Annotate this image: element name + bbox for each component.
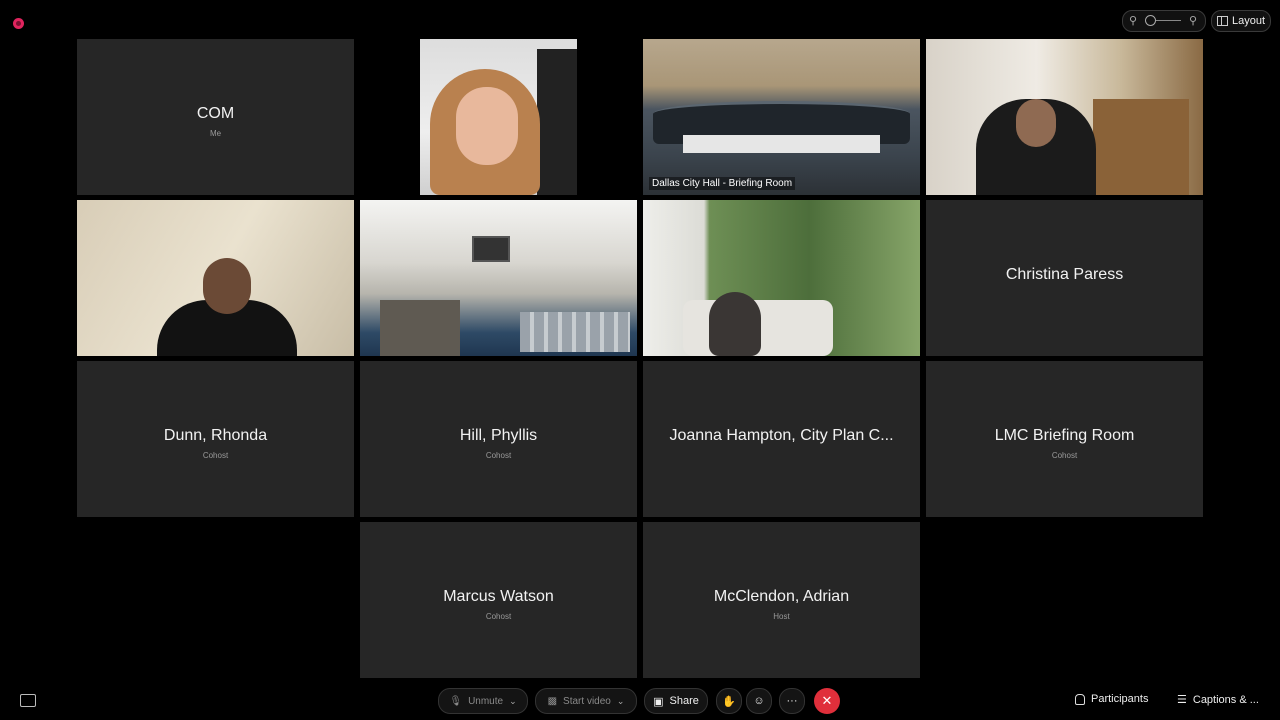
recording-indicator-icon: [13, 18, 24, 29]
captions-label: Captions & ...: [1192, 693, 1259, 706]
emoji-icon: ☺: [753, 695, 765, 707]
participant-video-tile[interactable]: [360, 200, 637, 356]
participant-video-tile[interactable]: [643, 200, 920, 356]
participant-video-tile[interactable]: [926, 39, 1203, 195]
chamber-video: [360, 200, 637, 356]
participant-tile-lmc-briefing-room[interactable]: LMC Briefing Room Cohost: [926, 361, 1203, 517]
layout-grid-icon: [1216, 16, 1228, 26]
participant-tile-christina-paress[interactable]: Christina Paress: [926, 200, 1203, 356]
participants-button[interactable]: Participants: [1075, 693, 1148, 705]
layout-label: Layout: [1231, 15, 1266, 27]
close-icon: ✕: [821, 693, 833, 708]
zoom-out-icon[interactable]: ⚲: [1129, 14, 1137, 27]
participant-name: Dunn, Rhonda: [163, 427, 268, 444]
briefing-room-video: [643, 39, 920, 195]
participant-video: [77, 200, 354, 356]
participant-tile-com[interactable]: COM Me: [77, 39, 354, 195]
participant-video-tile[interactable]: [77, 200, 354, 356]
captions-icon: ☰: [1177, 694, 1187, 706]
participant-video-tile[interactable]: [360, 39, 637, 195]
participant-video: [643, 200, 920, 356]
microphone-muted-icon: 🎙: [449, 695, 463, 707]
participant-name: Hill, Phyllis: [459, 427, 538, 444]
participant-tile-joanna-hampton[interactable]: Joanna Hampton, City Plan C...: [643, 361, 920, 517]
start-video-label: Start video: [563, 695, 611, 707]
chevron-down-icon[interactable]: ⌄: [509, 696, 517, 707]
participant-role: Host: [773, 612, 790, 621]
participant-name: Christina Paress: [1005, 266, 1124, 283]
participant-video: [926, 39, 1203, 195]
share-screen-icon: ▣: [653, 695, 664, 708]
more-options-button[interactable]: ···: [779, 688, 805, 714]
video-caption: Dallas City Hall - Briefing Room: [649, 177, 796, 190]
video-off-icon: ▩: [547, 695, 558, 707]
participant-name: Marcus Watson: [443, 588, 554, 605]
share-label: Share: [669, 695, 699, 707]
participant-role: Cohost: [1051, 451, 1078, 460]
participant-tile-dunn-rhonda[interactable]: Dunn, Rhonda Cohost: [77, 361, 354, 517]
reactions-button[interactable]: ☺: [746, 688, 772, 714]
participant-name: COM: [196, 105, 235, 122]
unmute-button[interactable]: 🎙 Unmute ⌄: [438, 688, 528, 714]
captions-button[interactable]: ☰ Captions & ...: [1177, 693, 1259, 707]
participant-tile-marcus-watson[interactable]: Marcus Watson Cohost: [360, 522, 637, 678]
person-icon: [1075, 693, 1085, 705]
participant-tile-hill-phyllis[interactable]: Hill, Phyllis Cohost: [360, 361, 637, 517]
participants-label: Participants: [1091, 693, 1149, 705]
participant-video-tile-active-speaker[interactable]: Dallas City Hall - Briefing Room: [643, 39, 920, 195]
participant-role: Cohost: [202, 451, 229, 460]
participant-video: [420, 39, 577, 195]
raise-hand-button[interactable]: ✋: [716, 688, 742, 714]
chat-icon[interactable]: [20, 694, 36, 707]
start-video-button[interactable]: ▩ Start video ⌄: [535, 688, 637, 714]
zoom-slider[interactable]: ⚲ ⚲: [1122, 10, 1206, 32]
participant-role: Cohost: [485, 612, 512, 621]
chevron-down-icon[interactable]: ⌄: [617, 696, 625, 707]
share-button[interactable]: ▣ Share: [644, 688, 708, 714]
participant-name: McClendon, Adrian: [713, 588, 850, 605]
participant-role: Me: [209, 129, 222, 138]
raise-hand-icon: ✋: [722, 695, 736, 708]
zoom-in-icon[interactable]: ⚲: [1189, 14, 1197, 27]
unmute-label: Unmute: [468, 695, 504, 707]
participant-role: Cohost: [485, 451, 512, 460]
zoom-knob[interactable]: [1145, 15, 1156, 26]
leave-meeting-button[interactable]: ✕: [814, 688, 840, 714]
participant-tile-mcclendon-adrian[interactable]: McClendon, Adrian Host: [643, 522, 920, 678]
participant-name: Joanna Hampton, City Plan C...: [669, 427, 894, 444]
layout-button[interactable]: Layout: [1211, 10, 1271, 32]
more-icon: ···: [786, 695, 798, 707]
participant-name: LMC Briefing Room: [994, 427, 1135, 444]
